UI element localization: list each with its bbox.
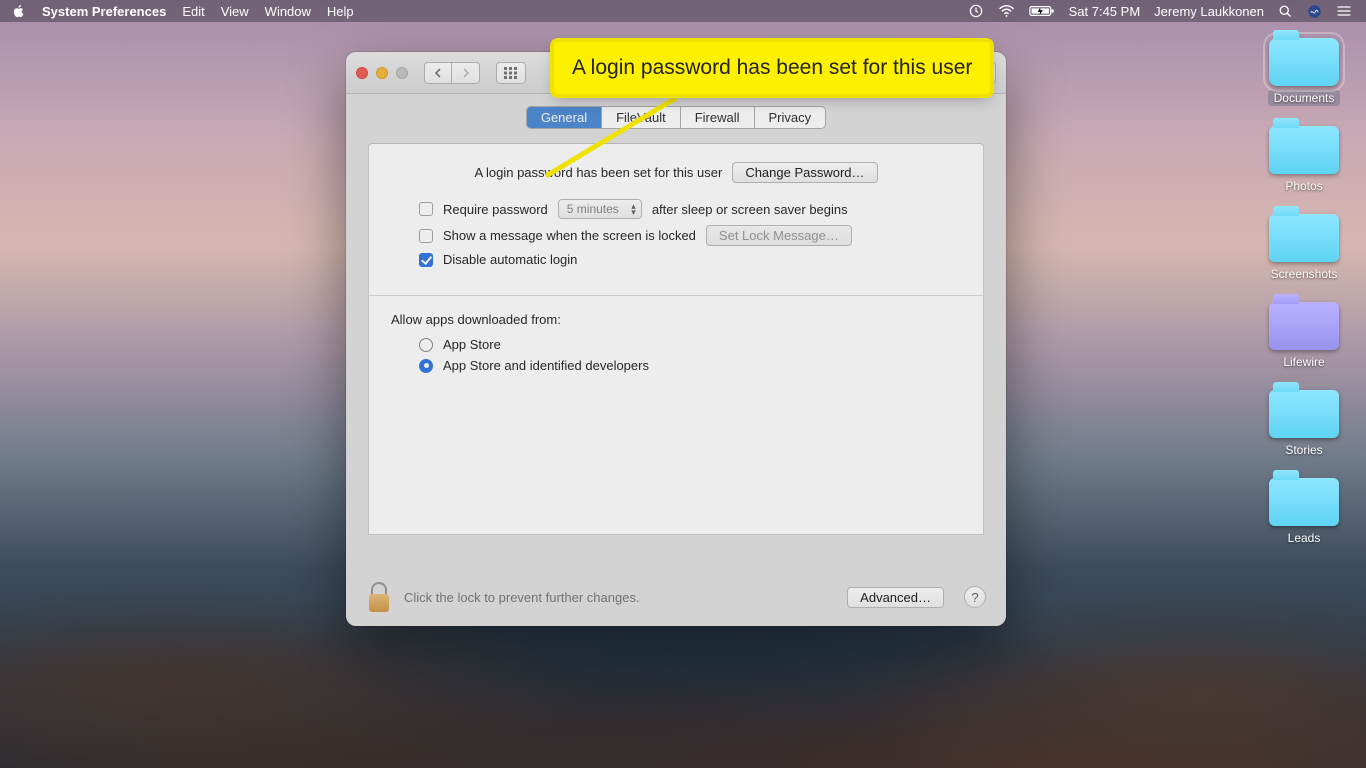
zoom-window-button[interactable] bbox=[396, 67, 408, 79]
back-button[interactable] bbox=[424, 62, 452, 84]
password-status-text: A login password has been set for this u… bbox=[474, 165, 722, 180]
wifi-icon[interactable] bbox=[998, 4, 1015, 18]
annotation-callout: A login password has been set for this u… bbox=[554, 42, 990, 94]
tab-firewall[interactable]: Firewall bbox=[681, 107, 755, 128]
notification-center-icon[interactable] bbox=[1336, 4, 1352, 18]
show-message-label: Show a message when the screen is locked bbox=[443, 228, 696, 243]
allow-apps-appstore-label: App Store bbox=[443, 337, 501, 352]
lock-hint: Click the lock to prevent further change… bbox=[404, 590, 640, 605]
menu-window[interactable]: Window bbox=[265, 4, 311, 19]
apple-menu[interactable] bbox=[12, 4, 26, 18]
tab-privacy[interactable]: Privacy bbox=[755, 107, 826, 128]
require-password-label: Require password bbox=[443, 202, 548, 217]
tabs: General FileVault Firewall Privacy bbox=[526, 106, 826, 129]
menu-view[interactable]: View bbox=[221, 4, 249, 19]
allow-apps-label: Allow apps downloaded from: bbox=[391, 312, 561, 327]
window-footer: Click the lock to prevent further change… bbox=[346, 568, 1006, 626]
show-all-button[interactable] bbox=[496, 62, 526, 84]
app-menu[interactable]: System Preferences bbox=[42, 4, 166, 19]
tab-filevault[interactable]: FileVault bbox=[602, 107, 681, 128]
disable-auto-login-label: Disable automatic login bbox=[443, 252, 577, 267]
disable-auto-login-checkbox[interactable] bbox=[419, 253, 433, 267]
spotlight-icon[interactable] bbox=[1278, 4, 1293, 19]
tab-general[interactable]: General bbox=[527, 107, 602, 128]
require-password-suffix: after sleep or screen saver begins bbox=[652, 202, 848, 217]
menu-user[interactable]: Jeremy Laukkonen bbox=[1154, 4, 1264, 19]
forward-button[interactable] bbox=[452, 62, 480, 84]
advanced-button[interactable]: Advanced… bbox=[847, 587, 944, 608]
menu-edit[interactable]: Edit bbox=[182, 4, 204, 19]
allow-apps-identified-label: App Store and identified developers bbox=[443, 358, 649, 373]
require-password-delay-select[interactable]: 5 minutes ▴▾ bbox=[558, 199, 642, 219]
change-password-button[interactable]: Change Password… bbox=[732, 162, 877, 183]
lock-icon[interactable] bbox=[366, 582, 392, 612]
allow-apps-identified-radio[interactable] bbox=[419, 359, 433, 373]
siri-icon[interactable] bbox=[1307, 4, 1322, 19]
allow-apps-appstore-radio[interactable] bbox=[419, 338, 433, 352]
show-message-checkbox[interactable] bbox=[419, 229, 433, 243]
menu-bar: System Preferences Edit View Window Help… bbox=[0, 0, 1366, 22]
set-lock-message-button[interactable]: Set Lock Message… bbox=[706, 225, 852, 246]
menu-clock[interactable]: Sat 7:45 PM bbox=[1069, 4, 1141, 19]
close-window-button[interactable] bbox=[356, 67, 368, 79]
battery-icon[interactable] bbox=[1029, 4, 1055, 18]
minimize-window-button[interactable] bbox=[376, 67, 388, 79]
menu-help[interactable]: Help bbox=[327, 4, 354, 19]
general-pane: A login password has been set for this u… bbox=[368, 143, 984, 535]
divider bbox=[369, 295, 983, 296]
require-password-checkbox[interactable] bbox=[419, 202, 433, 216]
timemachine-icon[interactable] bbox=[968, 3, 984, 19]
help-button[interactable]: ? bbox=[964, 586, 986, 608]
security-privacy-window: Security & Privacy General FileVault Fir… bbox=[346, 52, 1006, 626]
